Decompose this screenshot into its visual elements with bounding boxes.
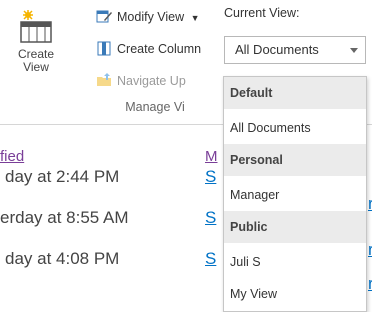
create-column-button[interactable]: Create Column [96, 39, 201, 59]
dropdown-group-public: Public [224, 211, 366, 243]
modify-view-icon [96, 8, 112, 24]
column-header-modified-by[interactable]: M [205, 148, 218, 165]
navigate-up-label: Navigate Up [117, 74, 186, 88]
dropdown-item-juli-s[interactable]: Juli S [224, 246, 366, 278]
modified-by-link[interactable]: S [205, 167, 216, 187]
modified-by-link[interactable]: S [205, 208, 216, 228]
chevron-down-icon: ▼ [190, 13, 200, 23]
dropdown-item-manager[interactable]: Manager [224, 179, 366, 211]
dropdown-group-default: Default [224, 77, 366, 109]
current-view-label: Current View: [224, 6, 300, 20]
modify-view-label: Modify View [117, 10, 185, 24]
current-view-value: All Documents [235, 42, 319, 57]
folder-up-icon [96, 72, 112, 88]
navigate-up-button[interactable]: Navigate Up [96, 71, 186, 91]
create-view-button[interactable]: Create View [14, 10, 58, 74]
manage-views-group-label: Manage Vi [125, 100, 185, 114]
trailing-link-fragment[interactable]: r [368, 274, 372, 294]
create-view-label: Create View [17, 47, 55, 74]
dropdown-arrow-icon[interactable] [343, 37, 365, 63]
modified-by-link[interactable]: S [205, 249, 216, 269]
trailing-link-fragment[interactable]: r [368, 194, 372, 214]
modified-date: day at 2:44 PM [5, 167, 120, 186]
modified-date: day at 4:08 PM [5, 249, 120, 268]
trailing-link-fragment[interactable]: r [368, 240, 372, 260]
dropdown-item-my-view[interactable]: My View [224, 278, 366, 310]
create-column-label: Create Column [117, 42, 202, 56]
current-view-select[interactable]: All Documents [224, 36, 366, 64]
current-view-dropdown: Default All Documents Personal Manager P… [223, 76, 367, 312]
column-header-modified[interactable]: fied [0, 148, 24, 165]
modify-view-button[interactable]: Modify View ▼ [96, 7, 200, 27]
modified-date: erday at 8:55 AM [0, 208, 129, 227]
create-view-icon [19, 10, 53, 44]
dropdown-item-all-documents[interactable]: All Documents [224, 112, 366, 144]
create-column-icon [96, 40, 112, 56]
dropdown-group-personal: Personal [224, 144, 366, 176]
